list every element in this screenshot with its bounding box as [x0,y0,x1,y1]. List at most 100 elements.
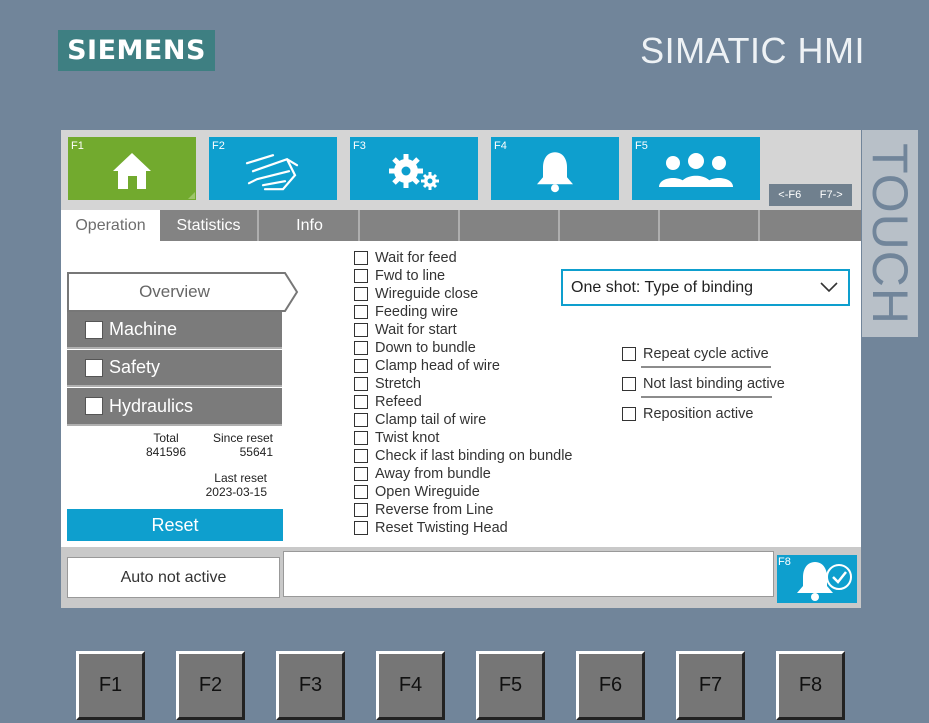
next-page-f7[interactable]: F7-> [820,189,843,201]
step-feeding-wire[interactable]: Feeding wire [354,303,573,321]
reposition-checkbox [622,407,636,421]
step-checkbox [354,431,368,445]
step-stretch[interactable]: Stretch [354,375,573,393]
step-refeed[interactable]: Refeed [354,393,573,411]
repeat-cycle-checkbox [622,347,636,361]
option-label: Not last binding active [643,376,785,392]
tab-info[interactable]: Info [261,210,360,241]
step-wait-for-start[interactable]: Wait for start [354,321,573,339]
tab-statistics[interactable]: Statistics [160,210,259,241]
step-reset-twisting-head[interactable]: Reset Twisting Head [354,519,573,537]
f2-label: F2 [212,140,225,152]
sidebar-item-label: Hydraulics [109,395,194,416]
sidebar-item-hydraulics[interactable]: Hydraulics [67,388,282,426]
total-counter: Total 841596 [131,431,201,459]
last-reset-info: Last reset 2023-03-15 [191,471,267,499]
step-label: Away from bundle [375,466,491,482]
dropdown-value: One shot: Type of binding [571,278,754,296]
hardware-key-f7[interactable]: F7 [676,651,745,720]
step-checkbox [354,467,368,481]
step-checkbox [354,377,368,391]
step-wireguide-close[interactable]: Wireguide close [354,285,573,303]
step-twist-knot[interactable]: Twist knot [354,429,573,447]
divider [641,366,771,368]
hardware-key-f1[interactable]: F1 [76,651,145,720]
step-label: Reverse from Line [375,502,494,518]
hardware-key-f2[interactable]: F2 [176,651,245,720]
prev-page-f6[interactable]: <-F6 [778,189,801,201]
machine-checkbox [85,320,103,339]
divider [641,396,772,398]
f4-alarms-button[interactable]: F4 [491,137,619,200]
step-label: Wait for feed [375,250,457,266]
step-down-to-bundle[interactable]: Down to bundle [354,339,573,357]
step-label: Reset Twisting Head [375,520,508,536]
message-field [283,551,774,597]
sidebar-item-label: Safety [109,357,161,377]
step-label: Clamp tail of wire [375,412,487,428]
f1-label: F1 [71,140,84,152]
step-label: Open Wireguide [375,484,480,500]
f1-home-button[interactable]: F1 [68,137,196,200]
step-label: Wireguide close [375,286,479,302]
since-reset-value: 55641 [239,445,273,459]
step-checkbox [354,323,368,337]
step-label: Twist knot [375,430,440,446]
tab-empty-8[interactable] [761,210,860,241]
step-label: Clamp head of wire [375,358,500,374]
function-key-bar: F1 F2 F3 F4 F5 <-F6 F7-> [61,130,861,210]
step-checkbox [354,521,368,535]
step-clamp-tail-of-wire[interactable]: Clamp tail of wire [354,411,573,429]
gears-icon [389,153,439,190]
tab-empty-5[interactable] [461,210,560,241]
f2-manual-button[interactable]: F2 [209,137,337,200]
tab-operation[interactable]: Operation [61,210,160,241]
step-reverse-from-line[interactable]: Reverse from Line [354,501,573,519]
total-value: 841596 [145,445,187,459]
step-check-last-binding[interactable]: Check if last binding on bundle [354,447,573,465]
sidebar-item-safety[interactable]: Safety [67,350,282,387]
repeat-cycle-option[interactable]: Repeat cycle active [622,346,769,362]
hardware-key-f3[interactable]: F3 [276,651,345,720]
step-checkbox [354,341,368,355]
f5-label: F5 [635,140,648,152]
alarm-acknowledge-icon [797,562,852,601]
page-nav[interactable]: <-F6 F7-> [769,184,852,206]
hardware-key-f6[interactable]: F6 [576,651,645,720]
overview-button[interactable]: Overview [67,272,299,312]
tab-empty-7[interactable] [661,210,760,241]
hardware-key-f5[interactable]: F5 [476,651,545,720]
since-reset-label: Since reset [212,431,273,445]
step-wait-for-feed[interactable]: Wait for feed [354,249,573,267]
step-checkbox [354,269,368,283]
step-label: Refeed [375,394,422,410]
option-label: Reposition active [643,406,754,422]
step-open-wireguide[interactable]: Open Wireguide [354,483,573,501]
tab-empty-6[interactable] [561,210,660,241]
hardware-key-f8[interactable]: F8 [776,651,845,720]
step-checkbox [354,305,368,319]
touch-label-panel: TOUCH [862,130,918,337]
step-clamp-head-of-wire[interactable]: Clamp head of wire [354,357,573,375]
reposition-option[interactable]: Reposition active [622,406,753,422]
product-name: SIMATIC HMI [640,30,865,71]
step-fwd-to-line[interactable]: Fwd to line [354,267,573,285]
tab-empty-4[interactable] [361,210,460,241]
step-checkbox [354,413,368,427]
sidebar-item-label: Machine [109,319,178,339]
not-last-binding-option[interactable]: Not last binding active [622,376,785,392]
step-away-from-bundle[interactable]: Away from bundle [354,465,573,483]
f3-settings-button[interactable]: F3 [350,137,478,200]
f5-users-button[interactable]: F5 [632,137,760,200]
not-last-binding-checkbox [622,377,636,391]
sidebar-item-machine[interactable]: Machine [67,312,282,349]
binding-type-dropdown[interactable]: One shot: Type of binding [561,269,850,306]
option-label: Repeat cycle active [643,346,769,362]
last-reset-value: 2023-03-15 [205,485,267,499]
users-icon [659,152,733,187]
step-checkbox [354,251,368,265]
f8-acknowledge-button[interactable]: F8 [777,555,857,603]
hardware-key-f4[interactable]: F4 [376,651,445,720]
reset-button[interactable]: Reset [67,509,283,541]
step-checkbox [354,485,368,499]
